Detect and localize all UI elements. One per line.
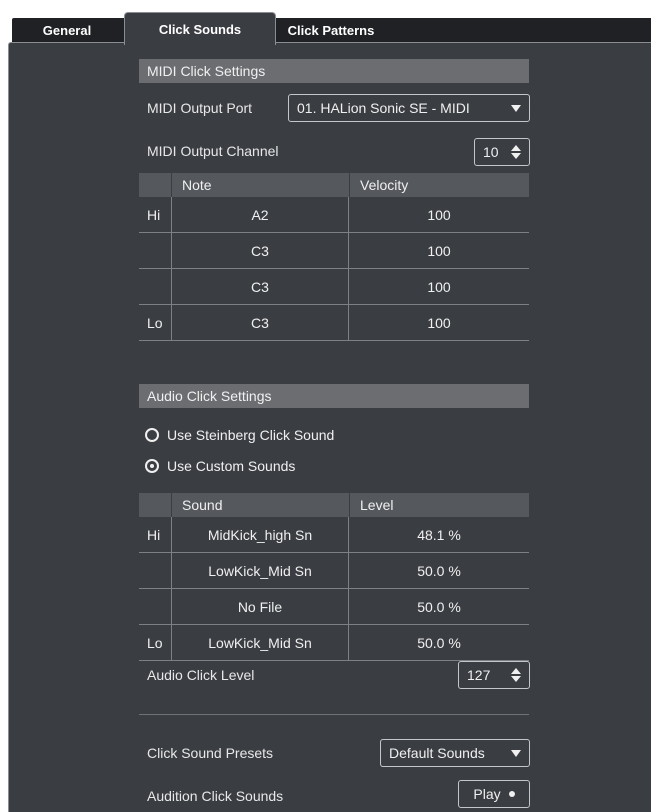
midi-output-channel-label: MIDI Output Channel bbox=[147, 143, 279, 159]
audio-section-header: Audio Click Settings bbox=[139, 384, 529, 408]
velocity-cell[interactable]: 100 bbox=[349, 197, 529, 232]
table-row[interactable]: Hi A2 100 bbox=[139, 197, 529, 233]
play-button[interactable]: Play bbox=[458, 780, 530, 808]
midi-output-channel-stepper[interactable]: 10 bbox=[474, 138, 530, 166]
audio-col-tag bbox=[139, 493, 171, 517]
radio-button-checked-icon[interactable] bbox=[145, 459, 159, 473]
table-row[interactable]: Hi MidKick_high Sn 48.1 % bbox=[139, 517, 529, 553]
note-cell[interactable]: C3 bbox=[171, 233, 349, 268]
sound-cell[interactable]: No File bbox=[171, 589, 349, 624]
audio-click-level-value: 127 bbox=[467, 667, 491, 683]
row-tag bbox=[139, 269, 171, 304]
midi-click-table: Note Velocity Hi A2 100 C3 100 C3 100 Lo… bbox=[139, 173, 529, 341]
play-button-label: Play bbox=[473, 786, 501, 802]
audio-col-level: Level bbox=[349, 493, 529, 517]
midi-col-velocity: Velocity bbox=[349, 173, 529, 197]
row-tag: Lo bbox=[147, 314, 163, 331]
tab-click-sounds[interactable]: Click Sounds bbox=[124, 12, 276, 45]
table-row[interactable]: C3 100 bbox=[139, 233, 529, 269]
tab-general[interactable]: General bbox=[12, 18, 122, 42]
midi-output-port-dropdown[interactable]: 01. HALion Sonic SE - MIDI bbox=[288, 94, 530, 122]
row-tag bbox=[139, 589, 171, 624]
sound-cell[interactable]: MidKick_high Sn bbox=[171, 517, 349, 552]
row-tag bbox=[139, 553, 171, 588]
level-cell[interactable]: 50.0 % bbox=[349, 625, 529, 660]
note-cell[interactable]: A2 bbox=[171, 197, 349, 232]
midi-table-header: Note Velocity bbox=[139, 173, 529, 197]
audio-col-sound: Sound bbox=[171, 493, 349, 517]
row-tag: Hi bbox=[147, 206, 161, 223]
radio-button-icon[interactable] bbox=[145, 428, 159, 442]
radio-custom-sounds[interactable]: Use Custom Sounds bbox=[145, 458, 295, 474]
audio-click-table: Sound Level Hi MidKick_high Sn 48.1 % Lo… bbox=[139, 493, 529, 661]
audition-click-sounds-label: Audition Click Sounds bbox=[147, 788, 284, 804]
click-sound-presets-value: Default Sounds bbox=[389, 745, 485, 761]
level-cell[interactable]: 50.0 % bbox=[349, 553, 529, 588]
row-tag: Lo bbox=[147, 634, 163, 651]
audio-click-level-stepper[interactable]: 127 bbox=[458, 661, 530, 689]
midi-section-header: MIDI Click Settings bbox=[139, 59, 529, 83]
midi-output-port-value: 01. HALion Sonic SE - MIDI bbox=[297, 100, 470, 116]
velocity-cell[interactable]: 100 bbox=[349, 269, 529, 304]
table-row[interactable]: LowKick_Mid Sn 50.0 % bbox=[139, 553, 529, 589]
note-cell[interactable]: C3 bbox=[171, 269, 349, 304]
radio-steinberg-click[interactable]: Use Steinberg Click Sound bbox=[145, 427, 334, 443]
row-tag: Hi bbox=[147, 526, 161, 543]
table-row[interactable]: No File 50.0 % bbox=[139, 589, 529, 625]
row-tag bbox=[139, 233, 171, 268]
midi-col-tag bbox=[139, 173, 171, 197]
click-sound-presets-dropdown[interactable]: Default Sounds bbox=[380, 739, 530, 767]
sound-cell[interactable]: LowKick_Mid Sn bbox=[171, 625, 349, 660]
table-row[interactable]: Lo C3 100 bbox=[139, 305, 529, 341]
midi-output-port-label: MIDI Output Port bbox=[147, 100, 253, 116]
tab-bar: General Click Sounds Click Patterns bbox=[0, 0, 651, 45]
chevron-down-icon bbox=[511, 104, 521, 112]
tab-click-patterns[interactable]: Click Patterns bbox=[276, 18, 386, 42]
radio-custom-label: Use Custom Sounds bbox=[167, 458, 296, 474]
velocity-cell[interactable]: 100 bbox=[349, 305, 529, 340]
chevron-down-icon bbox=[511, 749, 521, 757]
stepper-arrows-icon[interactable] bbox=[511, 668, 521, 682]
midi-output-channel-value: 10 bbox=[483, 144, 499, 160]
velocity-cell[interactable]: 100 bbox=[349, 233, 529, 268]
level-cell[interactable]: 48.1 % bbox=[349, 517, 529, 552]
record-dot-icon bbox=[508, 791, 515, 797]
audio-table-header: Sound Level bbox=[139, 493, 529, 517]
table-row[interactable]: Lo LowKick_Mid Sn 50.0 % bbox=[139, 625, 529, 661]
sound-cell[interactable]: LowKick_Mid Sn bbox=[171, 553, 349, 588]
stepper-arrows-icon[interactable] bbox=[511, 145, 521, 159]
divider bbox=[139, 714, 529, 715]
level-cell[interactable]: 50.0 % bbox=[349, 589, 529, 624]
radio-steinberg-label: Use Steinberg Click Sound bbox=[167, 427, 335, 443]
table-row[interactable]: C3 100 bbox=[139, 269, 529, 305]
audio-click-level-label: Audio Click Level bbox=[147, 667, 255, 683]
note-cell[interactable]: C3 bbox=[171, 305, 349, 340]
midi-col-note: Note bbox=[171, 173, 349, 197]
click-sound-presets-label: Click Sound Presets bbox=[147, 745, 274, 761]
